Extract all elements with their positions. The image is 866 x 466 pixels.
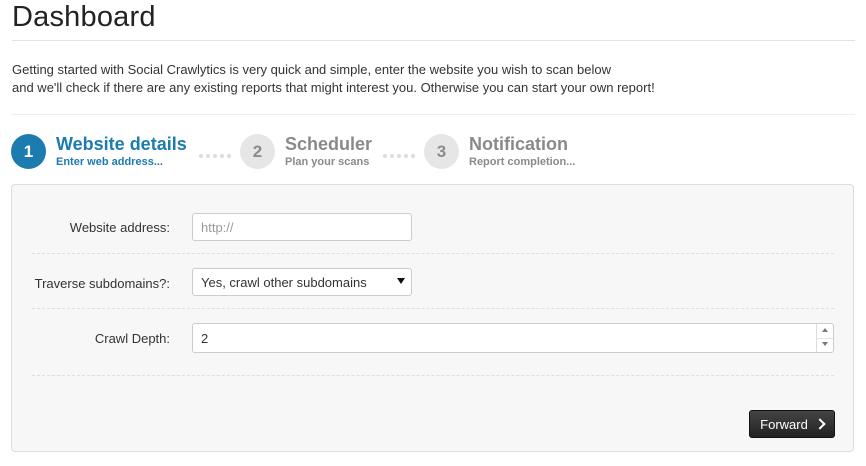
wizard-step-notification[interactable]: 3 Notification Report completion... (424, 134, 594, 174)
chevron-right-icon (814, 418, 826, 430)
step-subtitle: Plan your scans (285, 156, 370, 168)
wizard-step-website-details[interactable]: 1 Website details Enter web address... (11, 134, 201, 174)
form-row-divider (32, 308, 834, 309)
step-subtitle: Report completion... (469, 156, 576, 168)
decrement-button[interactable] (817, 338, 833, 352)
caret-down-icon (397, 278, 405, 284)
step-subtitle: Enter web address... (56, 156, 163, 168)
step-connector (383, 154, 415, 158)
website-form-panel: Website address: Traverse subdomains?: Y… (11, 184, 854, 452)
step-title: Scheduler (285, 134, 373, 154)
step-title: Notification (469, 134, 568, 154)
forward-button-label: Forward (760, 416, 808, 432)
select-value: Yes, crawl other subdomains (201, 274, 367, 290)
intro-text: Getting started with Social Crawlytics i… (12, 61, 655, 97)
website-address-input[interactable] (192, 213, 412, 241)
intro-divider (12, 114, 855, 115)
intro-line-2: and we'll check if there are any existin… (12, 80, 655, 95)
intro-line-1: Getting started with Social Crawlytics i… (12, 62, 611, 77)
step-number-badge: 3 (424, 134, 459, 169)
step-connector (199, 154, 231, 158)
crawl-depth-label: Crawl Depth: (94, 331, 170, 346)
increment-button[interactable] (817, 324, 833, 339)
wizard-step-scheduler[interactable]: 2 Scheduler Plan your scans (240, 134, 380, 174)
form-row-divider (32, 253, 834, 254)
step-number-badge: 2 (240, 134, 275, 169)
traverse-subdomains-select[interactable]: Yes, crawl other subdomains (192, 268, 412, 296)
form-row-divider (32, 375, 834, 376)
traverse-subdomains-label: Traverse subdomains?: (34, 276, 170, 291)
step-title: Website details (56, 134, 187, 154)
page-title: Dashboard (12, 1, 156, 33)
website-address-label: Website address: (69, 220, 170, 235)
step-number-badge: 1 (11, 134, 46, 169)
forward-button[interactable]: Forward (749, 410, 835, 438)
crawl-depth-stepper[interactable]: 2 (192, 323, 834, 353)
crawl-depth-value: 2 (201, 330, 209, 346)
title-divider (12, 40, 855, 41)
spinner-arrows-icon (816, 324, 833, 352)
